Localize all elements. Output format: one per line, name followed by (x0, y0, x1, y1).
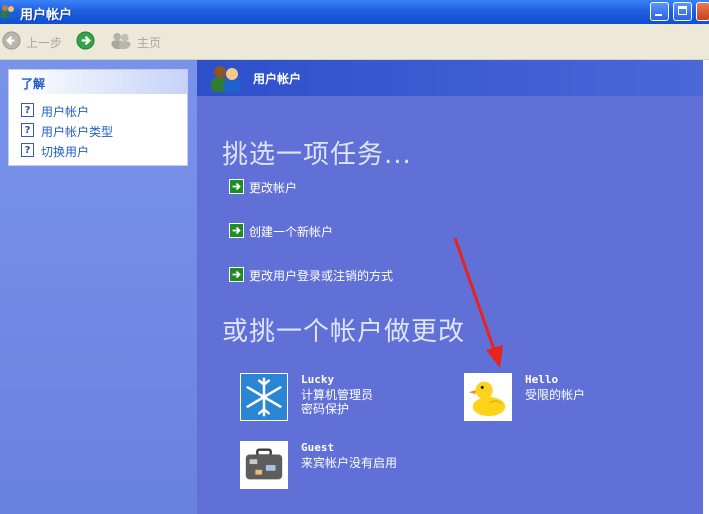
account-name: Guest (301, 441, 335, 454)
user-accounts-app-icon (1, 5, 15, 18)
green-arrow-icon (229, 179, 244, 194)
home-users-icon (111, 32, 131, 50)
account-name: Hello (525, 373, 559, 386)
help-icon: ? (21, 143, 34, 157)
user-accounts-icon (211, 66, 241, 92)
back-arrow-icon (2, 31, 21, 50)
minimize-button[interactable] (650, 2, 669, 21)
account-hello[interactable]: Hello 受限的帐户 (464, 373, 644, 423)
home-button[interactable]: 主页 (110, 30, 170, 52)
right-edge-scrollbar[interactable] (703, 60, 709, 514)
account-type: 受限的帐户 (525, 388, 586, 402)
main-header-title: 用户帐户 (253, 72, 302, 86)
toolbar: 上一步 主页 (0, 24, 709, 60)
learn-about-header[interactable]: 了解 (9, 70, 187, 94)
account-picture (240, 373, 288, 421)
snowflake-icon (241, 374, 287, 420)
close-button[interactable] (696, 2, 709, 21)
title-bar: 用户帐户 (0, 0, 709, 24)
window-title: 用户帐户 (20, 8, 73, 23)
task-label: 创建一个新帐户 (249, 225, 334, 239)
green-arrow-icon (229, 223, 244, 238)
home-label: 主页 (137, 36, 162, 50)
pick-account-heading: 或挑一个帐户做更改 (222, 317, 466, 347)
account-status: 密码保护 (301, 402, 350, 416)
forward-arrow-icon (76, 31, 95, 50)
sidebar-item-label: 用户帐户类型 (41, 125, 114, 139)
maximize-icon (678, 6, 687, 15)
help-icon: ? (21, 103, 34, 117)
account-status: 来宾帐户没有启用 (301, 456, 398, 470)
main-content: 用户帐户 挑选一项任务... 更改帐户 创建一个新帐户 更改用户登录或注销的方式… (197, 60, 703, 514)
sidebar-item-label: 切换用户 (41, 145, 90, 159)
minimize-icon (655, 14, 662, 16)
pick-task-heading: 挑选一项任务... (222, 140, 412, 170)
account-picture (240, 441, 288, 489)
learn-about-panel: 了解 ? 用户帐户 ? 用户帐户类型 ? 切换用户 (8, 69, 188, 166)
account-lucky[interactable]: Lucky 计算机管理员 密码保护 (240, 373, 430, 423)
main-header: 用户帐户 (197, 60, 703, 96)
task-label: 更改帐户 (249, 181, 298, 195)
maximize-button[interactable] (673, 2, 692, 21)
help-icon: ? (21, 123, 34, 137)
sidebar-item-label: 用户帐户 (41, 105, 90, 119)
forward-button[interactable] (76, 30, 98, 52)
learn-about-title: 了解 (21, 77, 46, 91)
duck-icon (465, 374, 511, 420)
back-button[interactable]: 上一步 (2, 30, 72, 52)
account-picture (464, 373, 512, 421)
account-guest[interactable]: Guest 来宾帐户没有启用 (240, 441, 440, 491)
back-label: 上一步 (26, 36, 63, 50)
suitcase-icon (241, 442, 287, 488)
account-name: Lucky (301, 373, 335, 386)
green-arrow-icon (229, 267, 244, 282)
task-label: 更改用户登录或注销的方式 (249, 269, 394, 283)
sidebar: 了解 ? 用户帐户 ? 用户帐户类型 ? 切换用户 (0, 60, 197, 514)
